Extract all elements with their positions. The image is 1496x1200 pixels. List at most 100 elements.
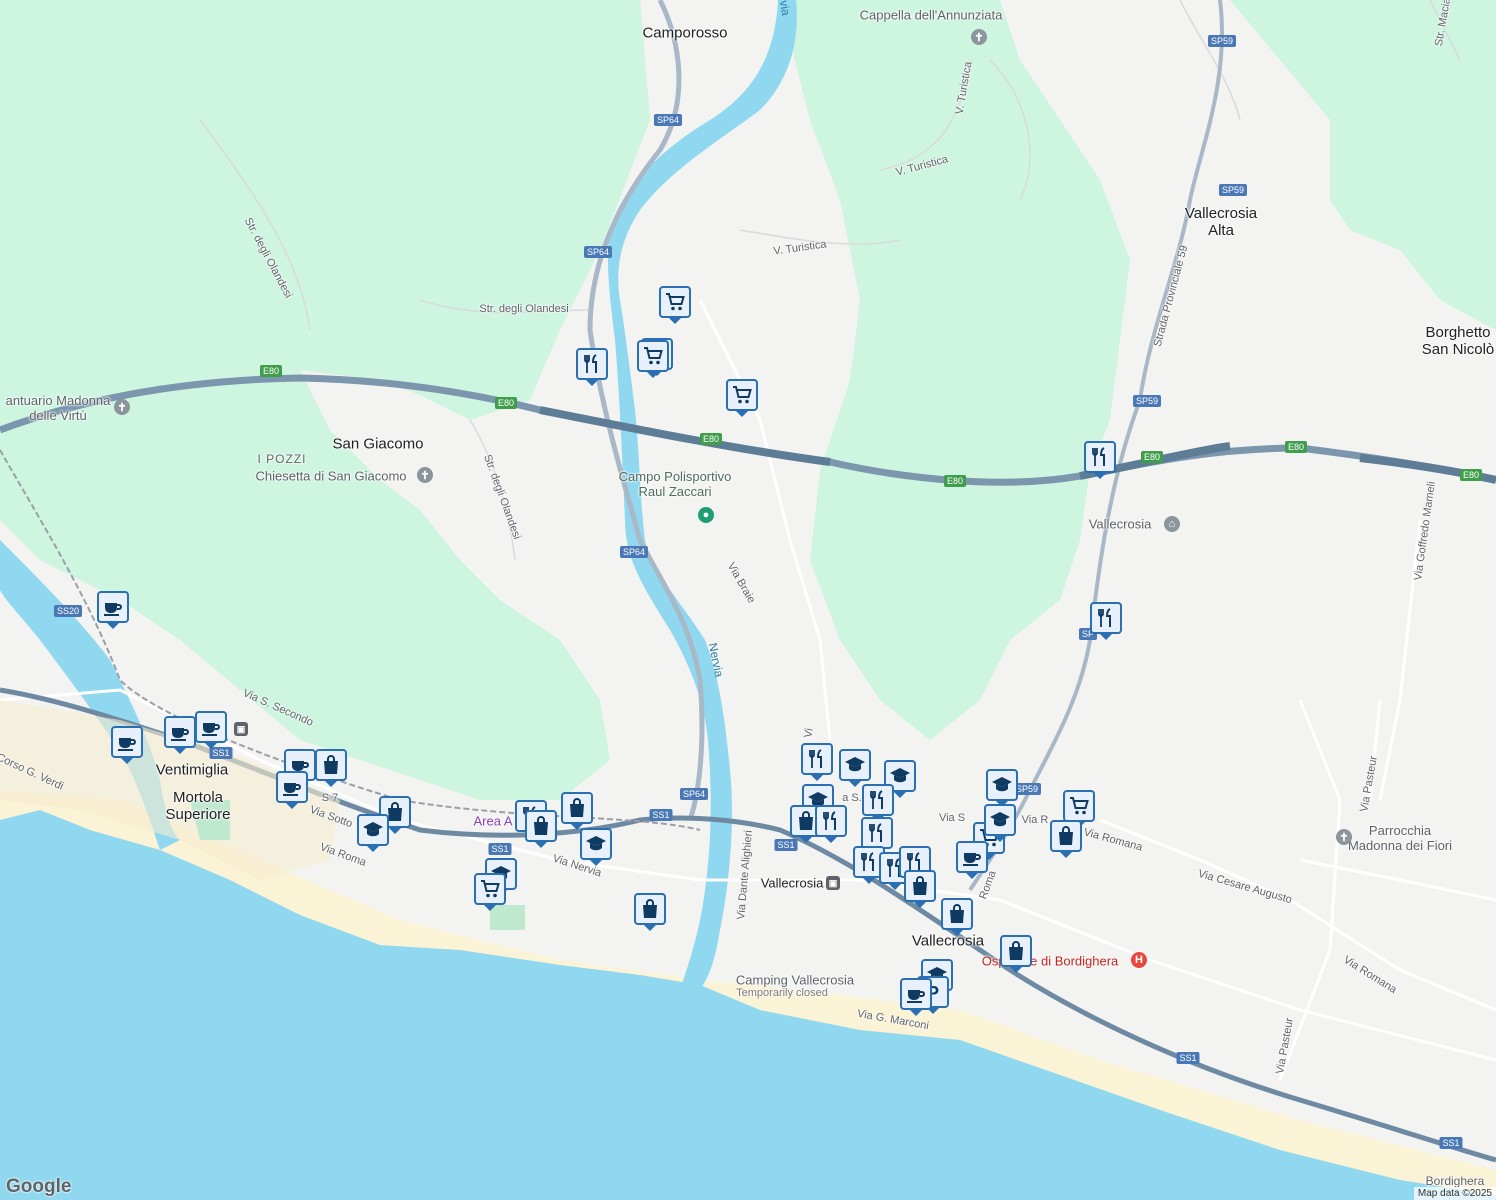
- restaurant-icon: [1086, 445, 1114, 469]
- school-icon: [986, 808, 1014, 832]
- road-shield-sp59: SP59: [1207, 35, 1237, 47]
- label-bordighera: Bordighera: [1425, 1174, 1485, 1188]
- shopping-bag-icon: [1052, 824, 1080, 848]
- street-label: S 7: [321, 792, 339, 804]
- school-icon: [359, 818, 387, 842]
- school-icon: [582, 832, 610, 856]
- school-marker[interactable]: [580, 828, 612, 860]
- shopping-cart-marker[interactable]: [726, 379, 758, 411]
- shopping-bag-marker[interactable]: [561, 792, 593, 824]
- shopping-bag-icon: [317, 753, 345, 777]
- road-shield-ss1: SS1: [488, 843, 512, 855]
- shopping-bag-marker[interactable]: [634, 893, 666, 925]
- train-station-icon[interactable]: ▣: [826, 876, 840, 890]
- cafe-icon: [99, 595, 127, 619]
- label-camporosso: Camporosso: [642, 24, 728, 42]
- label-vallecrosia-alta: Vallecrosia Alta: [1184, 205, 1258, 239]
- cafe-marker[interactable]: [97, 591, 129, 623]
- label-ventimiglia: Ventimiglia: [155, 761, 229, 779]
- road-shield-sp59: SP59: [1218, 184, 1248, 196]
- cafe-marker[interactable]: [900, 978, 932, 1010]
- restaurant-icon: [863, 821, 891, 845]
- road-shield-ss1: SS1: [649, 809, 673, 821]
- school-marker[interactable]: [984, 804, 1016, 836]
- road-shield-ss1: SS1: [1439, 1137, 1463, 1149]
- church-icon[interactable]: ✝: [1336, 829, 1352, 845]
- school-marker[interactable]: [357, 814, 389, 846]
- google-logo: Google: [6, 1176, 72, 1197]
- restaurant-icon: [803, 747, 831, 771]
- label-area: Area A: [473, 813, 513, 829]
- shopping-bag-marker[interactable]: [941, 898, 973, 930]
- road-shield-e80: E80: [1284, 441, 1308, 453]
- street-label: Vi: [802, 727, 816, 739]
- shopping-bag-marker[interactable]: [315, 749, 347, 781]
- church-icon[interactable]: ✝: [114, 399, 130, 415]
- label-camping: Camping Vallecrosia: [735, 972, 855, 988]
- road-shield-sp64: SP64: [583, 246, 613, 258]
- road-shield-sp59: SP59: [1132, 395, 1162, 407]
- road-shield-ss20: SS20: [53, 605, 83, 617]
- restaurant-marker[interactable]: [801, 743, 833, 775]
- shopping-bag-icon: [563, 796, 591, 820]
- restaurant-icon: [1092, 606, 1120, 630]
- restaurant-marker[interactable]: [861, 817, 893, 849]
- train-station-icon[interactable]: ▣: [234, 722, 248, 736]
- shopping-cart-marker[interactable]: [474, 873, 506, 905]
- shopping-cart-icon: [476, 877, 504, 901]
- restaurant-marker[interactable]: [862, 784, 894, 816]
- school-icon[interactable]: ⌂: [1164, 516, 1180, 532]
- shopping-cart-icon: [661, 290, 689, 314]
- restaurant-marker[interactable]: [576, 348, 608, 380]
- restaurant-icon: [578, 352, 606, 376]
- hospital-icon[interactable]: H: [1131, 952, 1147, 968]
- shopping-bag-icon: [527, 814, 555, 838]
- shopping-bag-icon: [906, 874, 934, 898]
- park-icon[interactable]: ●: [698, 507, 714, 523]
- restaurant-marker[interactable]: [815, 805, 847, 837]
- shopping-bag-marker[interactable]: [1000, 935, 1032, 967]
- label-mortola-superiore: Mortola Superiore: [165, 789, 231, 823]
- label-camping-status: Temporarily closed: [736, 987, 828, 999]
- green-area-west: [0, 0, 650, 440]
- shopping-cart-marker[interactable]: [637, 340, 669, 372]
- cafe-marker[interactable]: [164, 716, 196, 748]
- road-shield-e80: E80: [943, 475, 967, 487]
- road-shield-ss1: SS1: [774, 839, 798, 851]
- cafe-marker[interactable]: [956, 841, 988, 873]
- church-icon[interactable]: ✝: [417, 467, 433, 483]
- restaurant-icon: [817, 809, 845, 833]
- road-shield-sp64: SP64: [619, 546, 649, 558]
- cafe-icon: [278, 775, 306, 799]
- label-parrocchia: Parrocchia Madonna dei Fiori: [1347, 823, 1453, 853]
- school-marker[interactable]: [986, 769, 1018, 801]
- church-icon[interactable]: ✝: [971, 29, 987, 45]
- restaurant-marker[interactable]: [1084, 441, 1116, 473]
- road-shield-e80: E80: [494, 397, 518, 409]
- cafe-icon: [902, 982, 930, 1006]
- shopping-bag-marker[interactable]: [904, 870, 936, 902]
- shopping-cart-marker[interactable]: [659, 286, 691, 318]
- school-marker[interactable]: [839, 749, 871, 781]
- shopping-cart-marker[interactable]: [1063, 790, 1095, 822]
- restaurant-icon: [864, 788, 892, 812]
- cafe-icon: [197, 715, 225, 739]
- cafe-icon: [166, 720, 194, 744]
- shopping-bag-marker[interactable]: [525, 810, 557, 842]
- shopping-cart-icon: [639, 344, 667, 368]
- label-santuario: antuario Madonna delle Virtù: [5, 393, 111, 423]
- shopping-bag-marker[interactable]: [1050, 820, 1082, 852]
- label-chiesetta: Chiesetta di San Giacomo: [255, 468, 407, 484]
- restaurant-marker[interactable]: [1090, 602, 1122, 634]
- street-label: Via S: [938, 812, 966, 824]
- cafe-marker[interactable]: [111, 726, 143, 758]
- label-san-giacomo: San Giacomo: [332, 435, 424, 453]
- cafe-marker[interactable]: [276, 771, 308, 803]
- cafe-marker[interactable]: [195, 711, 227, 743]
- map-canvas[interactable]: Camporosso Cappella dell'Annunziata ✝ Va…: [0, 0, 1496, 1200]
- school-icon: [988, 773, 1016, 797]
- map-attribution[interactable]: Map data ©2025: [1413, 1187, 1496, 1200]
- label-borghetto: Borghetto San Nicolò: [1421, 324, 1495, 358]
- label-vallecrosia-town: Vallecrosia: [911, 932, 985, 950]
- label-i-pozzi: I POZZI: [257, 452, 307, 466]
